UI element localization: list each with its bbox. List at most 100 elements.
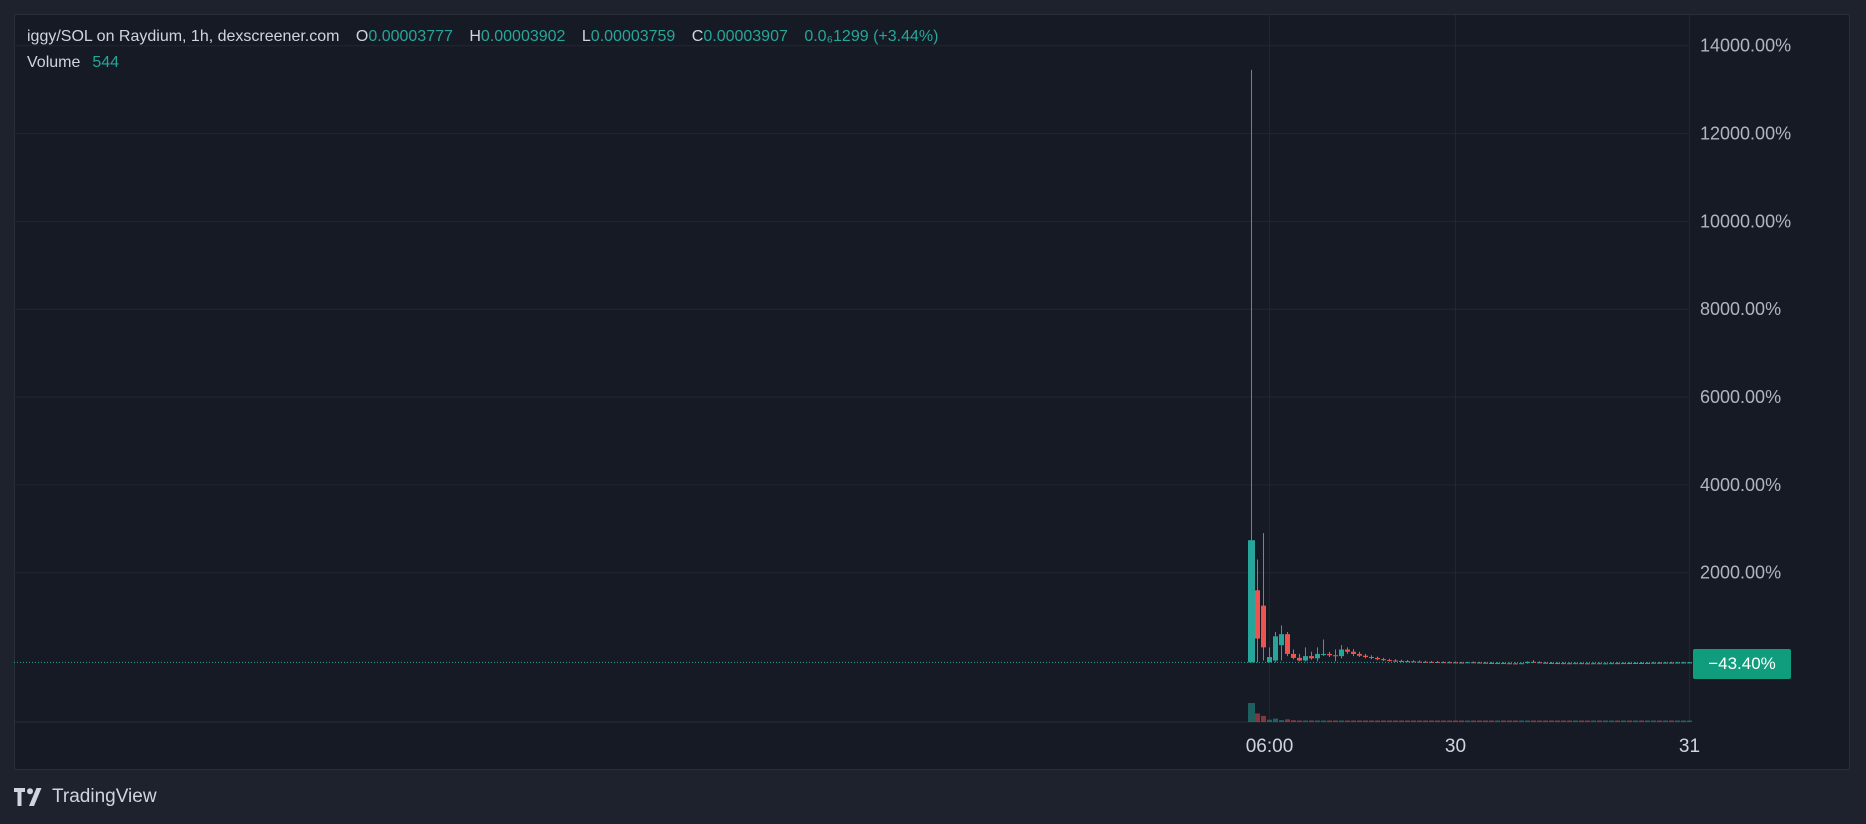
price-tick-label: 14000.00% <box>1700 36 1791 56</box>
candle-body <box>1279 634 1284 646</box>
price-tick-label: 12000.00% <box>1700 124 1791 144</box>
time-axis[interactable]: 06:00 30 31 <box>1246 736 1700 757</box>
volume-bar <box>1585 720 1590 722</box>
volume-bar <box>1675 720 1680 722</box>
volume-bar <box>1447 720 1452 722</box>
candle-body <box>1387 660 1392 662</box>
candle-body <box>1351 651 1356 654</box>
volume-bar <box>1657 720 1662 722</box>
volume-bar <box>1501 720 1506 722</box>
volume-bar <box>1285 719 1290 722</box>
tradingview-logo-icon <box>14 788 42 806</box>
candle-body <box>1597 663 1602 665</box>
volume-bar <box>1441 720 1446 722</box>
price-tick-label: 2000.00% <box>1700 563 1781 583</box>
volume-bar <box>1597 720 1602 722</box>
volume-bar <box>1279 720 1284 722</box>
volume-bar <box>1531 720 1536 722</box>
candle-body <box>1363 655 1368 658</box>
candle-body <box>1261 605 1266 648</box>
volume-bar <box>1603 720 1608 722</box>
candle-body <box>1309 656 1314 659</box>
volume-bar <box>1399 720 1404 722</box>
volume-bar <box>1411 720 1416 722</box>
volume-bar <box>1663 720 1668 722</box>
volume-bar <box>1621 720 1626 722</box>
candle-body <box>1645 662 1650 664</box>
candle-body <box>1501 663 1506 665</box>
volume-bar <box>1273 718 1278 722</box>
volume-bar <box>1507 720 1512 722</box>
volume-bar <box>1381 720 1386 722</box>
volume-bar <box>1519 720 1524 722</box>
legend-open-value: 0.00003777 <box>368 28 453 45</box>
volume-bar <box>1681 720 1686 722</box>
current-price-badge: −43.40% <box>1693 649 1791 679</box>
volume-bar <box>1459 720 1464 722</box>
volume-bar <box>1633 720 1638 722</box>
candle-body <box>1327 653 1332 656</box>
legend-low-key: L <box>581 28 591 45</box>
volume-bar <box>1579 720 1584 722</box>
volume-bar <box>1687 720 1692 722</box>
candle-body <box>1291 653 1296 658</box>
volume-bar <box>1615 720 1620 722</box>
volume-bar <box>1651 720 1656 722</box>
candle-body <box>1315 653 1320 659</box>
price-tick-label: 4000.00% <box>1700 475 1781 495</box>
legend-volume-key: Volume <box>27 54 81 71</box>
brand-name: TradingView <box>52 786 157 807</box>
volume-bar <box>1333 720 1338 722</box>
volume-bar <box>1291 720 1296 722</box>
volume-bar <box>1669 720 1674 722</box>
volume-bar <box>1387 720 1392 722</box>
volume-bar <box>1573 720 1578 722</box>
volume-bar <box>1477 720 1482 722</box>
price-axis[interactable]: 2000.00% 4000.00% 6000.00% 8000.00% 10000.00… <box>1700 36 1791 583</box>
volume-bar <box>1309 720 1314 722</box>
volume-legend[interactable]: Volume 544 <box>27 54 119 72</box>
volume-bar <box>1405 720 1410 722</box>
legend-open-key: O <box>355 28 369 45</box>
legend-high-key: H <box>469 28 481 45</box>
candle-body <box>1399 660 1404 662</box>
chart-canvas[interactable]: 2000.00% 4000.00% 6000.00% 8000.00% 10000.00… <box>0 0 1866 780</box>
candle-body <box>1393 660 1398 662</box>
volume-bar <box>1435 720 1440 722</box>
candle-body <box>1567 663 1572 665</box>
volume-bar <box>1369 720 1374 722</box>
volume-bar <box>1351 720 1356 722</box>
candle-body <box>1357 653 1362 656</box>
volume-bar <box>1429 720 1434 722</box>
candle-body <box>1609 663 1614 665</box>
volume-bar <box>1363 720 1368 722</box>
volume-bar <box>1261 715 1266 722</box>
volume-bars <box>1248 703 1692 722</box>
volume-bar <box>1549 720 1554 722</box>
legend-close-key: C <box>691 28 704 45</box>
legend-symbol[interactable]: iggy/SOL on Raydium, 1h, dexscreener.com <box>27 28 339 45</box>
candle-body <box>1369 657 1374 659</box>
candle-body <box>1273 636 1278 661</box>
candle-body <box>1303 656 1308 661</box>
volume-bar <box>1339 720 1344 722</box>
volume-bar <box>1453 720 1458 722</box>
volume-bar <box>1513 720 1518 722</box>
price-tick-label: 8000.00% <box>1700 299 1781 319</box>
candle-body <box>1345 649 1350 652</box>
candle-body <box>1555 663 1560 665</box>
volume-bar <box>1255 713 1260 722</box>
volume-bar <box>1591 720 1596 722</box>
tradingview-brand[interactable]: TradingView <box>14 784 157 810</box>
volume-bar <box>1495 720 1500 722</box>
volume-bar <box>1417 720 1422 722</box>
candle-body <box>1339 649 1344 657</box>
candle-body <box>1381 659 1386 661</box>
volume-bar <box>1327 720 1332 722</box>
ohlc-legend: iggy/SOL on Raydium, 1h, dexscreener.com… <box>27 28 938 46</box>
volume-bar <box>1537 720 1542 722</box>
candle-body <box>1579 663 1584 665</box>
grid-lines <box>14 15 1690 723</box>
candle-body <box>1621 663 1626 665</box>
volume-bar <box>1345 720 1350 722</box>
